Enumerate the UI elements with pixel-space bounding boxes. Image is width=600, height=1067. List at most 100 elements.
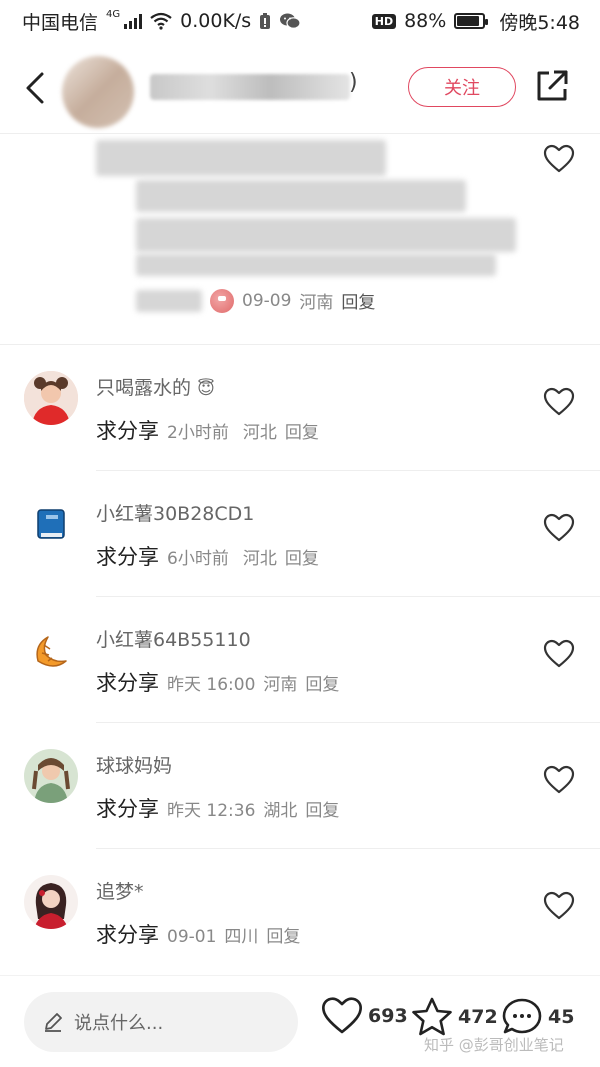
comment-time: 昨天 12:36 bbox=[167, 801, 256, 821]
angel-emoji-icon: 😇 bbox=[197, 379, 215, 399]
heart-icon[interactable] bbox=[543, 891, 575, 921]
author-name-suffix: ) bbox=[349, 70, 358, 95]
notification-battery-icon bbox=[260, 13, 271, 29]
comment-bubble-icon bbox=[502, 998, 542, 1034]
heart-icon[interactable] bbox=[543, 387, 575, 417]
nav-bar: ) 关注 bbox=[0, 42, 600, 134]
carrier-name: 中国电信 bbox=[22, 11, 99, 34]
comment-text: 求分享 bbox=[96, 797, 159, 821]
reply-button[interactable]: 回复 bbox=[341, 288, 375, 313]
comment-text: 求分享 bbox=[96, 923, 159, 947]
child-avatar-icon bbox=[24, 749, 78, 803]
comment-author: 追梦* bbox=[96, 881, 144, 903]
author-name-blurred[interactable] bbox=[150, 74, 350, 100]
share-button[interactable] bbox=[534, 68, 570, 104]
like-count: 693 bbox=[368, 1005, 408, 1027]
comment-location: 河北 bbox=[242, 549, 277, 569]
watermark: 知乎 @彭哥创业笔记 bbox=[424, 1036, 564, 1054]
blurred-name bbox=[96, 140, 386, 176]
avatar[interactable] bbox=[24, 623, 78, 677]
comment-body: 求分享 2小时前 河北 回复 bbox=[96, 415, 319, 445]
status-bar: 中国电信 4G 0.00K/s HD 88% 傍晚5:48 bbox=[0, 0, 600, 42]
reply-button[interactable]: 回复 bbox=[305, 796, 339, 821]
comment-location: 河南 bbox=[299, 293, 334, 313]
sticker-icon bbox=[210, 288, 234, 313]
comment-text: 求分享 bbox=[96, 545, 159, 569]
avatar[interactable] bbox=[24, 371, 78, 425]
comment-time: 6小时前 bbox=[167, 549, 229, 569]
heart-icon[interactable] bbox=[543, 513, 575, 543]
wechat-icon bbox=[280, 13, 301, 29]
avatar[interactable] bbox=[24, 875, 78, 929]
signal-icon bbox=[124, 13, 143, 29]
follow-button[interactable]: 关注 bbox=[408, 67, 516, 107]
comment-item: 小红薯30B28CD1 求分享 6小时前 河北 回复 bbox=[0, 471, 600, 597]
comment-input[interactable]: 说点什么... bbox=[24, 992, 298, 1052]
comment-time: 2小时前 bbox=[167, 423, 229, 443]
wifi-icon bbox=[150, 12, 172, 30]
girl-avatar-icon bbox=[24, 371, 78, 425]
comment-body: 求分享 昨天 16:00 河南 回复 bbox=[96, 667, 339, 697]
comment-time: 09-01 bbox=[167, 927, 217, 947]
comment-location: 湖北 bbox=[263, 801, 298, 821]
comment-item: 小红薯64B55110 求分享 昨天 16:00 河南 回复 bbox=[0, 597, 600, 723]
author-name: 只喝露水的 bbox=[96, 377, 192, 399]
reply-button[interactable]: 回复 bbox=[305, 670, 339, 695]
comment-date: 09-09 bbox=[242, 290, 292, 311]
like-button[interactable]: 693 bbox=[320, 996, 408, 1036]
book-icon bbox=[37, 509, 65, 539]
status-right: HD 88% 傍晚5:48 bbox=[371, 8, 580, 35]
collect-button[interactable]: 472 bbox=[410, 996, 498, 1038]
network-type: 4G bbox=[106, 8, 121, 20]
share-icon bbox=[537, 70, 568, 101]
blurred-text-line bbox=[136, 254, 496, 276]
author-avatar[interactable] bbox=[62, 56, 134, 128]
pencil-icon bbox=[45, 1013, 62, 1032]
comment-body: 求分享 09-01 四川 回复 bbox=[96, 919, 300, 949]
input-placeholder: 说点什么... bbox=[74, 1013, 164, 1034]
battery-level bbox=[457, 16, 480, 26]
comment-author: 球球妈妈 bbox=[96, 755, 173, 777]
bottom-bar: 说点什么... 693 472 45 知乎 @彭哥创业笔记 bbox=[0, 975, 600, 1067]
comment-location: 四川 bbox=[224, 927, 259, 947]
woman-avatar-icon bbox=[24, 875, 78, 929]
collect-count: 472 bbox=[458, 1006, 498, 1028]
comment-item: 追梦* 求分享 09-01 四川 回复 bbox=[0, 849, 600, 974]
battery-percent: 88% bbox=[404, 10, 447, 32]
comment-author: 只喝露水的 😇 bbox=[96, 373, 215, 400]
comment-location: 河北 bbox=[242, 423, 277, 443]
reply-button[interactable]: 回复 bbox=[285, 418, 319, 443]
heart-icon[interactable] bbox=[543, 765, 575, 795]
comment-count: 45 bbox=[548, 1006, 575, 1028]
hd-badge: HD bbox=[371, 13, 397, 29]
comment-text: 求分享 bbox=[96, 671, 159, 695]
battery-icon bbox=[454, 13, 489, 29]
blurred-label bbox=[136, 289, 202, 312]
croissant-icon bbox=[36, 636, 67, 667]
comment-button[interactable]: 45 bbox=[500, 996, 574, 1038]
comment-item: 球球妈妈 求分享 昨天 12:36 湖北 回复 bbox=[0, 723, 600, 849]
blurred-text-line bbox=[136, 180, 466, 212]
star-icon bbox=[412, 997, 452, 1036]
heart-icon[interactable] bbox=[543, 639, 575, 669]
comment-item: 只喝露水的 😇 求分享 2小时前 河北 回复 bbox=[0, 345, 600, 471]
comment-author: 小红薯30B28CD1 bbox=[96, 503, 255, 525]
reply-button[interactable]: 回复 bbox=[285, 544, 319, 569]
reply-button[interactable]: 回复 bbox=[266, 922, 300, 947]
back-button[interactable] bbox=[18, 68, 54, 108]
comment-body: 求分享 昨天 12:36 湖北 回复 bbox=[96, 793, 339, 823]
comment-list: 09-09 河南 回复 只喝露水的 😇 求分享 2小时前 河北 回复 小红薯30… bbox=[0, 134, 600, 974]
blurred-comment: 09-09 河南 回复 bbox=[0, 134, 600, 345]
network-speed: 0.00K/s bbox=[180, 10, 252, 32]
comment-body: 求分享 6小时前 河北 回复 bbox=[96, 541, 319, 571]
comment-time: 昨天 16:00 bbox=[167, 675, 256, 695]
avatar[interactable] bbox=[24, 749, 78, 803]
comment-text: 求分享 bbox=[96, 419, 159, 443]
comment-author: 小红薯64B55110 bbox=[96, 629, 251, 651]
clock: 傍晚5:48 bbox=[499, 11, 580, 34]
heart-icon bbox=[322, 997, 362, 1034]
heart-icon[interactable] bbox=[543, 144, 575, 174]
avatar[interactable] bbox=[24, 497, 78, 551]
blurred-text-line bbox=[136, 218, 516, 252]
back-arrow-icon bbox=[26, 72, 44, 104]
